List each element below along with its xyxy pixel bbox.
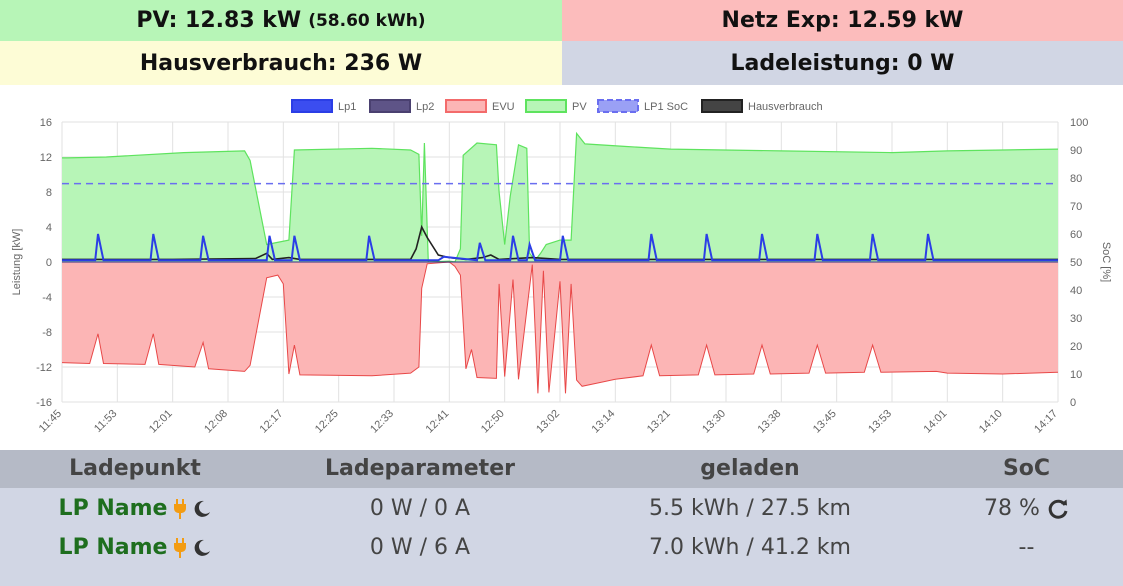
y2-tick-label: 90 bbox=[1070, 145, 1082, 157]
plug-icon bbox=[173, 499, 187, 519]
y-tick-label: 0 bbox=[46, 257, 52, 269]
x-tick-label: 13:45 bbox=[811, 408, 839, 436]
y2-tick-label: 80 bbox=[1070, 173, 1082, 185]
legend-swatch bbox=[291, 99, 333, 113]
y2-tick-label: 50 bbox=[1070, 257, 1082, 269]
plug-icon bbox=[173, 538, 187, 558]
lp-name[interactable]: LP Name bbox=[59, 490, 168, 528]
moon-icon[interactable] bbox=[193, 539, 211, 557]
x-tick-label: 13:30 bbox=[700, 408, 728, 436]
lp-name[interactable]: LP Name bbox=[59, 529, 168, 567]
pv-tile: PV: 12.83 kW (58.60 kWh) bbox=[0, 0, 562, 41]
table-header: Ladepunkt Ladeparameter geladen SoC bbox=[0, 450, 1123, 488]
y-tick-label: 8 bbox=[46, 187, 52, 199]
lp-soc: 78 % bbox=[984, 496, 1040, 521]
y-axis-label: Leistung [kW] bbox=[11, 229, 23, 296]
y-tick-label: -16 bbox=[36, 397, 52, 409]
grid-export-tile: Netz Exp: 12.59 kW bbox=[562, 0, 1123, 41]
y-tick-label: -4 bbox=[42, 292, 52, 304]
lp-name-cell[interactable]: LP Name bbox=[0, 529, 270, 567]
lp-charged: 5.5 kWh / 27.5 km bbox=[649, 496, 851, 521]
y-tick-label: 16 bbox=[40, 117, 52, 129]
house-consumption-value: Hausverbrauch: 236 W bbox=[139, 50, 423, 76]
header-ladeparameter: Ladeparameter bbox=[325, 456, 515, 481]
y2-axis-label: SoC [%] bbox=[1100, 242, 1112, 282]
lp-soc: -- bbox=[1018, 535, 1035, 560]
x-tick-label: 12:50 bbox=[479, 408, 507, 436]
x-tick-label: 12:17 bbox=[258, 408, 286, 436]
charge-point-table: Ladepunkt Ladeparameter geladen SoC LP N… bbox=[0, 450, 1123, 586]
y2-tick-label: 40 bbox=[1070, 285, 1082, 297]
x-tick-label: 13:14 bbox=[590, 408, 618, 436]
x-tick-label: 13:53 bbox=[866, 408, 894, 436]
power-chart-svg: 1612840-4-8-12-1610090807060504030201001… bbox=[11, 99, 1112, 436]
legend-label: LP1 SoC bbox=[644, 101, 688, 113]
y2-tick-label: 0 bbox=[1070, 397, 1076, 409]
pv-power: PV: 12.83 kW bbox=[136, 8, 302, 33]
legend-label: PV bbox=[572, 101, 587, 113]
lp-charged: 7.0 kWh / 41.2 km bbox=[649, 535, 851, 560]
y2-tick-label: 60 bbox=[1070, 229, 1082, 241]
x-tick-label: 13:02 bbox=[534, 408, 562, 436]
y-tick-label: -12 bbox=[36, 362, 52, 374]
lp-soc-cell: 78 % bbox=[930, 490, 1123, 528]
y2-tick-label: 20 bbox=[1070, 341, 1082, 353]
x-tick-label: 12:41 bbox=[424, 408, 452, 436]
x-tick-label: 12:25 bbox=[313, 408, 341, 436]
header-soc: SoC bbox=[1002, 456, 1051, 481]
y2-tick-label: 70 bbox=[1070, 201, 1082, 213]
legend-swatch bbox=[369, 99, 411, 113]
legend-swatch bbox=[701, 99, 743, 113]
x-tick-label: 12:08 bbox=[202, 408, 230, 436]
moon-icon[interactable] bbox=[193, 500, 211, 518]
house-consumption-tile: Hausverbrauch: 236 W bbox=[0, 41, 562, 85]
lp-name-cell[interactable]: LP Name bbox=[0, 490, 270, 528]
y2-tick-label: 10 bbox=[1070, 369, 1082, 381]
lp-soc-cell: -- bbox=[930, 529, 1123, 567]
power-chart: 16 12 8 4 0 -4 -8 -12 -16 100 90 80 70 60 50 40 30 20 10 0 1… bbox=[0, 85, 1123, 450]
x-tick-label: 14:17 bbox=[1032, 408, 1060, 436]
x-tick-label: 11:53 bbox=[92, 408, 119, 435]
legend-label: Lp2 bbox=[416, 101, 434, 113]
x-tick-label: 11:45 bbox=[37, 408, 64, 435]
y2-tick-label: 30 bbox=[1070, 313, 1082, 325]
lp-charge-params: 0 W / 6 A bbox=[369, 535, 471, 560]
y-tick-label: -8 bbox=[42, 327, 52, 339]
lp-charge-params: 0 W / 0 A bbox=[369, 496, 471, 521]
x-tick-label: 14:01 bbox=[922, 408, 950, 436]
legend-swatch bbox=[525, 99, 567, 113]
charging-power-tile: Ladeleistung: 0 W bbox=[562, 41, 1123, 85]
x-tick-label: 13:38 bbox=[756, 408, 784, 436]
refresh-icon[interactable] bbox=[1047, 498, 1069, 520]
y-tick-label: 4 bbox=[46, 222, 52, 234]
y-tick-label: 12 bbox=[40, 152, 52, 164]
header-geladen: geladen bbox=[700, 456, 800, 481]
x-tick-label: 14:10 bbox=[977, 408, 1005, 436]
legend-label: Lp1 bbox=[338, 101, 356, 113]
legend-swatch bbox=[445, 99, 487, 113]
y2-tick-label: 100 bbox=[1070, 117, 1088, 129]
x-tick-label: 12:01 bbox=[147, 408, 175, 436]
x-tick-label: 12:33 bbox=[368, 408, 396, 436]
header-ladepunkt: Ladepunkt bbox=[69, 456, 201, 481]
grid-export-value: Netz Exp: 12.59 kW bbox=[721, 8, 964, 33]
legend-label: EVU bbox=[492, 101, 515, 113]
legend-swatch bbox=[597, 99, 639, 113]
x-tick-label: 13:21 bbox=[645, 408, 673, 436]
table-row: LP Name 0 W / 6 A 7.0 kWh / 41.2 km -- bbox=[0, 529, 1123, 567]
charging-power-value: Ladeleistung: 0 W bbox=[730, 50, 955, 76]
pv-energy: (58.60 kWh) bbox=[308, 10, 426, 31]
table-row: LP Name 0 W / 0 A 5.5 kWh / 27.5 km 78 % bbox=[0, 490, 1123, 528]
legend-label: Hausverbrauch bbox=[748, 101, 823, 113]
